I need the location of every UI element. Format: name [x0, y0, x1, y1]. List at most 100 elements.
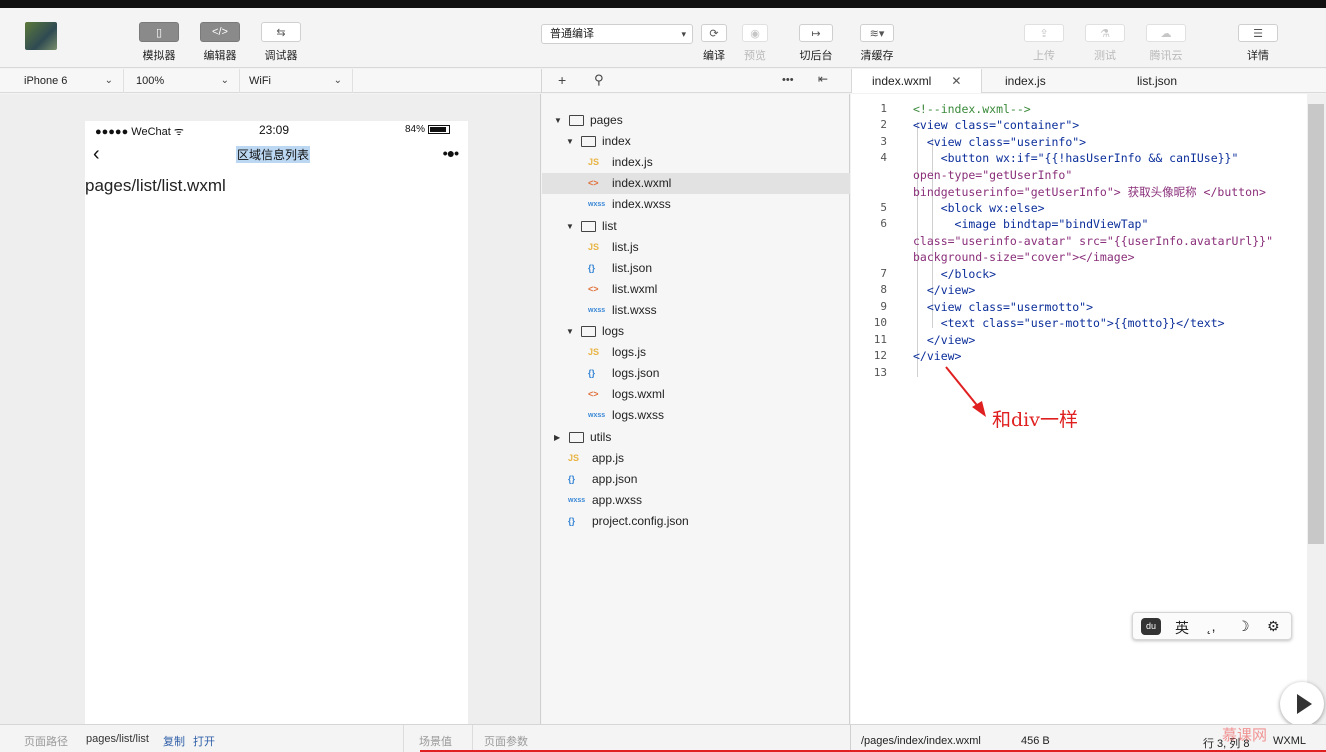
tree-item-label: list.json	[612, 260, 653, 275]
collapse-panel-icon[interactable]: ⇤	[818, 72, 828, 86]
language-mode[interactable]: WXML	[1273, 735, 1306, 747]
punctuation-icon[interactable]: ˛,	[1207, 618, 1216, 634]
debugger-button[interactable]: ⇆ 调试器	[251, 22, 311, 63]
preview-button[interactable]: ◉ 预览	[725, 24, 785, 63]
line-number: 7	[880, 267, 887, 280]
tree-item-label: logs.json	[612, 366, 660, 381]
network-select[interactable]: WiFi ⌄	[241, 69, 353, 93]
folder-icon	[569, 115, 584, 126]
tree-file[interactable]: wxss app.wxss	[542, 490, 850, 511]
chevron-down-icon[interactable]: ▼	[566, 131, 574, 152]
tree-file[interactable]: {} logs.json	[542, 363, 850, 384]
code-line-12: </view>	[913, 349, 962, 363]
zoom-select[interactable]: 100% ⌄	[128, 69, 240, 93]
device-select[interactable]: iPhone 6 ⌄	[16, 69, 124, 93]
tree-file[interactable]: <> logs.wxml	[542, 384, 850, 405]
editor-label: 编辑器	[203, 50, 237, 62]
tree-folder[interactable]: ▼ list	[542, 216, 850, 237]
line-gutter: 1 2 3 4 5 6 7 8 9 10 11 12 13	[851, 94, 895, 724]
tree-file[interactable]: {} project.config.json	[542, 511, 850, 532]
chevron-down-icon: ⌄	[220, 75, 229, 86]
chevron-down-icon[interactable]: ▼	[566, 321, 574, 342]
tree-file[interactable]: JS index.js	[542, 152, 850, 173]
json-file-icon: {}	[588, 262, 596, 273]
add-icon[interactable]: +	[558, 72, 566, 88]
background-button[interactable]: ↦ 切后台	[786, 24, 846, 63]
js-file-icon: JS	[588, 347, 600, 358]
scene-value-button[interactable]: 场景值	[419, 733, 452, 749]
annotation-text: 和div一样	[992, 409, 1078, 431]
compile-mode-select[interactable]: 普通编译 ▾	[541, 24, 693, 44]
tree-file[interactable]: wxss index.wxss	[542, 194, 850, 215]
json-file-icon: {}	[568, 473, 576, 484]
tree-item-label: app.js	[592, 450, 625, 465]
test-button[interactable]: ⚗ 测试	[1075, 24, 1135, 63]
nav-title: 区域信息列表	[236, 146, 311, 163]
test-label: 测试	[1094, 50, 1116, 62]
tree-file[interactable]: <> list.wxml	[542, 279, 850, 300]
compile-mode-value: 普通编译	[550, 28, 594, 40]
tree-folder[interactable]: ▶ utils	[542, 427, 850, 448]
chevron-down-icon: ⌄	[333, 75, 342, 86]
gear-icon[interactable]: ⚙	[1267, 618, 1280, 635]
line-number: 11	[873, 333, 887, 346]
battery-percent: 84%	[405, 124, 426, 135]
tree-file[interactable]: JS app.js	[542, 448, 850, 469]
tab-list-json[interactable]: list.json	[1117, 69, 1197, 93]
ime-language-toggle[interactable]: 英	[1175, 618, 1189, 638]
code-line-9: <view class="usermotto">	[913, 300, 1094, 314]
back-icon[interactable]: ‹	[93, 143, 100, 166]
line-number: 8	[880, 283, 887, 296]
copy-link[interactable]: 复制	[163, 733, 185, 749]
editor-scrollbar[interactable]	[1307, 94, 1326, 724]
device-value: iPhone 6	[24, 75, 68, 87]
line-number: 12	[873, 349, 887, 362]
chevron-down-icon: ⌄	[104, 75, 113, 86]
tree-file[interactable]: JS list.js	[542, 237, 850, 258]
simulator-button[interactable]: ▯ 模拟器	[129, 22, 189, 63]
battery-icon	[428, 124, 451, 134]
tab-index-js[interactable]: index.js	[985, 69, 1066, 93]
upload-button[interactable]: ⇪ 上传	[1014, 24, 1074, 63]
code-line-1: <!--index.wxml-->	[913, 102, 1031, 116]
baidu-paw-icon[interactable]: du	[1141, 618, 1161, 635]
scrollbar-thumb[interactable]	[1308, 104, 1324, 544]
video-play-button[interactable]	[1280, 682, 1324, 726]
more-icon[interactable]: •••	[782, 74, 794, 86]
tree-folder[interactable]: ▼ logs	[542, 321, 850, 342]
clear-cache-button[interactable]: ≋▾ 清缓存	[847, 24, 907, 63]
page-params-button[interactable]: 页面参数	[484, 733, 528, 749]
upload-icon: ⇪	[1024, 24, 1064, 42]
json-file-icon: {}	[568, 515, 576, 526]
tencent-cloud-button[interactable]: ☁ 腾讯云	[1136, 24, 1196, 63]
tree-file[interactable]: wxss logs.wxss	[542, 405, 850, 426]
close-icon[interactable]: ✕	[951, 74, 961, 88]
details-button[interactable]: ☰ 详情	[1228, 24, 1288, 63]
tree-folder[interactable]: ▼ pages	[542, 110, 850, 131]
tree-file[interactable]: JS logs.js	[542, 342, 850, 363]
tree-file[interactable]: wxss list.wxss	[542, 300, 850, 321]
editor-button[interactable]: </> 编辑器	[190, 22, 250, 63]
chevron-down-icon[interactable]: ▼	[554, 110, 562, 131]
tree-file[interactable]: {} list.json	[542, 258, 850, 279]
line-number: 2	[880, 118, 887, 131]
tree-file[interactable]: {} app.json	[542, 469, 850, 490]
cloud-label: 腾讯云	[1149, 50, 1183, 62]
ime-toolbar: du 英 ˛, ☽ ⚙	[1132, 612, 1292, 640]
line-number: 13	[873, 366, 887, 379]
more-menu-icon[interactable]: •●•	[443, 145, 459, 161]
wxss-file-icon: wxss	[588, 306, 606, 314]
search-icon[interactable]: ⚲	[594, 72, 604, 88]
open-link[interactable]: 打开	[193, 733, 215, 749]
user-avatar[interactable]	[25, 22, 57, 50]
phone-screen: ●●●●● WeChat ᯤ 23:09 84% ‹ 区域信息列表 •●• pa…	[85, 121, 468, 726]
tree-folder[interactable]: ▼ index	[542, 131, 850, 152]
tab-index-wxml[interactable]: index.wxml ✕	[851, 69, 983, 93]
moon-icon[interactable]: ☽	[1237, 618, 1250, 635]
code-line-11: </view>	[913, 333, 976, 347]
wxml-file-icon: <>	[588, 178, 599, 189]
line-number: 3	[880, 135, 887, 148]
chevron-right-icon[interactable]: ▶	[554, 427, 560, 448]
tree-file[interactable]: <> index.wxml	[542, 173, 850, 195]
chevron-down-icon[interactable]: ▼	[566, 216, 574, 237]
